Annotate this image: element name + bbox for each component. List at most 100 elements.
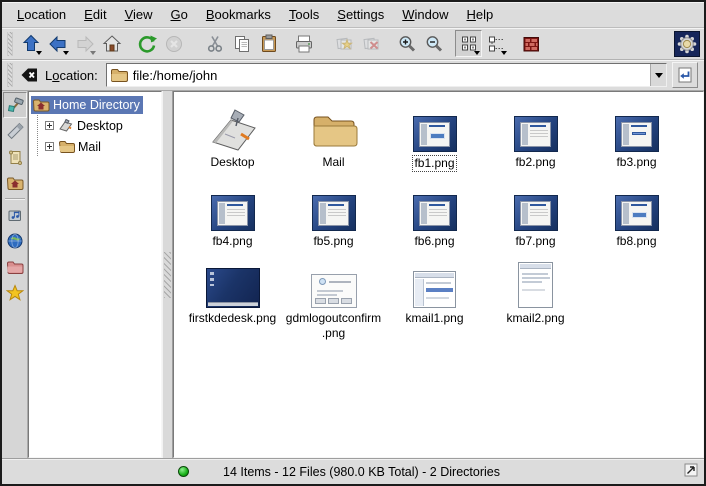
active-view-flag-icon [684, 463, 698, 480]
location-label: Location: [45, 68, 98, 83]
folder-tree: Home Directory Desktop Mail [28, 91, 162, 458]
home-button[interactable] [98, 30, 125, 57]
reload-button[interactable] [133, 30, 160, 57]
forward-button[interactable] [71, 30, 98, 57]
file-item[interactable]: Desktop [182, 98, 283, 177]
desktop-icon [58, 118, 74, 133]
folder-icon [58, 139, 75, 154]
toolbar-drag-handle[interactable] [7, 32, 13, 56]
tree-view-button[interactable] [482, 30, 509, 57]
main-toolbar [2, 28, 704, 60]
bookmark-ribbon-icon [6, 122, 24, 140]
sidebar-button-bookmark[interactable] [3, 118, 27, 144]
up-button[interactable] [17, 30, 44, 57]
home-folder-icon [6, 174, 24, 192]
konqueror-gear-icon [675, 32, 699, 56]
tree-item-mail[interactable]: Mail [31, 136, 161, 157]
menu-go[interactable]: Go [162, 4, 197, 25]
file-item[interactable]: fb6.png [384, 177, 485, 254]
file-item[interactable]: Mail [283, 98, 384, 177]
sidebar-button-bookmarks-star[interactable] [3, 280, 27, 306]
back-button[interactable] [44, 30, 71, 57]
zoom-in-icon [396, 33, 418, 55]
file-label: Mail [320, 155, 346, 170]
dropdown-arrow-icon [90, 51, 96, 55]
folder-icon [107, 64, 131, 86]
panel-splitter[interactable] [162, 91, 173, 458]
menu-view[interactable]: View [116, 4, 162, 25]
menu-tools[interactable]: Tools [280, 4, 328, 25]
folder-icon [309, 98, 359, 152]
go-button[interactable] [672, 62, 698, 88]
print-icon [293, 33, 315, 55]
toolbar-drag-handle[interactable] [7, 63, 13, 87]
sidebar-button-tools[interactable] [3, 92, 27, 118]
image-thumbnail [206, 254, 260, 308]
file-item[interactable]: fb5.png [283, 177, 384, 254]
home-folder-icon [32, 97, 50, 113]
root-folder-icon [6, 258, 24, 276]
image-thumbnail [514, 98, 558, 152]
expander-plus-icon[interactable] [45, 142, 54, 151]
paste-icon [258, 33, 280, 55]
file-item[interactable]: fb8.png [586, 177, 687, 254]
tree-item-home-directory[interactable]: Home Directory [31, 94, 161, 115]
file-item[interactable]: gdmlogoutconfirm.png [283, 254, 384, 346]
sidebar-button-history[interactable] [3, 144, 27, 170]
zoom-in-button[interactable] [393, 30, 420, 57]
menu-location[interactable]: Location [8, 4, 75, 25]
location-combobox[interactable] [106, 63, 667, 87]
menu-edit[interactable]: Edit [75, 4, 115, 25]
sidebar-button-home[interactable] [3, 170, 27, 196]
bricks-button[interactable] [517, 30, 544, 57]
sidebar-button-root[interactable] [3, 254, 27, 280]
location-input[interactable] [131, 64, 650, 86]
expander-plus-icon[interactable] [45, 121, 54, 130]
tree-item-label: Desktop [77, 119, 123, 133]
clear-location-button[interactable] [17, 63, 41, 87]
home-icon [101, 33, 123, 55]
image-thumbnail [514, 177, 558, 231]
combo-dropdown-button[interactable] [650, 64, 666, 86]
file-item[interactable]: fb4.png [182, 177, 283, 254]
file-item[interactable]: firstkdedesk.png [182, 254, 283, 346]
file-item[interactable]: kmail1.png [384, 254, 485, 346]
menu-bookmarks[interactable]: Bookmarks [197, 4, 280, 25]
navigation-panel-strip [2, 91, 28, 458]
file-icon-view[interactable]: DesktopMailfb1.pngfb2.pngfb3.pngfb4.pngf… [173, 91, 704, 458]
stop-button[interactable] [160, 30, 187, 57]
menu-settings[interactable]: Settings [328, 4, 393, 25]
clear-location-icon [19, 65, 39, 85]
copy-button[interactable] [228, 30, 255, 57]
file-item[interactable]: fb3.png [586, 98, 687, 177]
red-bricks-icon [520, 33, 542, 55]
menu-help[interactable]: Help [458, 4, 503, 25]
sidebar-button-network[interactable] [3, 228, 27, 254]
print-button[interactable] [290, 30, 317, 57]
cut-button[interactable] [201, 30, 228, 57]
image-gallery-button[interactable] [331, 30, 358, 57]
menu-bar: Location Edit View Go Bookmarks Tools Se… [2, 2, 704, 28]
icon-view-button[interactable] [455, 30, 482, 57]
file-item[interactable]: fb2.png [485, 98, 586, 177]
image-thumbnail [311, 254, 357, 308]
images-x-icon [361, 33, 383, 55]
file-label: fb1.png [412, 155, 456, 172]
tree-item-desktop[interactable]: Desktop [31, 115, 161, 136]
dropdown-arrow-icon [474, 51, 480, 55]
file-label: fb2.png [513, 155, 557, 170]
menu-window[interactable]: Window [393, 4, 457, 25]
image-thumbnail [312, 177, 356, 231]
bookmarks-star-icon [6, 284, 24, 302]
paste-button[interactable] [255, 30, 282, 57]
stop-images-button[interactable] [358, 30, 385, 57]
sidebar-separator [5, 198, 25, 200]
file-item[interactable]: kmail2.png [485, 254, 586, 346]
dropdown-arrow-icon [36, 51, 42, 55]
zoom-out-button[interactable] [420, 30, 447, 57]
file-item[interactable]: fb1.png [384, 98, 485, 177]
combo-arrow-icon [655, 73, 663, 78]
sidebar-button-services[interactable] [3, 202, 27, 228]
image-thumbnail [518, 254, 553, 308]
file-item[interactable]: fb7.png [485, 177, 586, 254]
